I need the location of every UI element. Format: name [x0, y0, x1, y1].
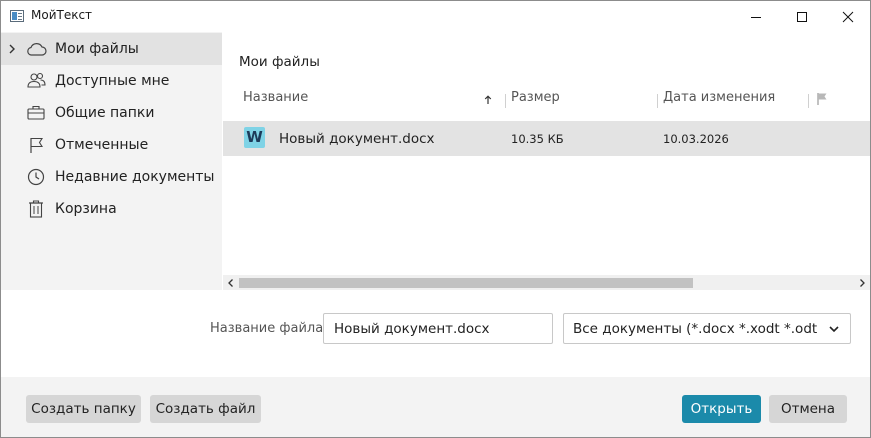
- table-row[interactable]: W Новый документ.docx 10.35 КБ 10.03.202…: [223, 121, 870, 156]
- file-size-cell: 10.35 КБ: [511, 132, 564, 146]
- window-title: МойТекст: [31, 8, 93, 22]
- app-icon: [10, 10, 24, 22]
- scroll-right-arrow-icon[interactable]: [856, 277, 868, 289]
- filetype-select[interactable]: Все документы (*.docx *.xodt *.odt *.t..…: [563, 313, 851, 344]
- horizontal-scrollbar[interactable]: [223, 275, 870, 290]
- flag-column-icon[interactable]: [816, 92, 828, 106]
- trash-icon: [29, 200, 43, 218]
- briefcase-icon: [27, 105, 45, 120]
- column-divider[interactable]: [808, 94, 809, 108]
- filename-area: Название файла Все документы (*.docx *.x…: [1, 290, 870, 377]
- scrollbar-thumb[interactable]: [239, 278, 693, 288]
- file-dialog-window: МойТекст Мои файлы Доступные мне Общие п…: [0, 0, 871, 438]
- page-title: Мои файлы: [239, 54, 320, 70]
- title-bar: МойТекст: [1, 1, 870, 32]
- filename-label: Название файла: [210, 321, 324, 336]
- file-list-pane: Мои файлы Название Размер Дата изменения…: [223, 32, 870, 290]
- column-divider[interactable]: [505, 94, 506, 108]
- sidebar-item-my-files[interactable]: Мои файлы: [1, 33, 222, 65]
- sidebar-item-label: Доступные мне: [55, 73, 170, 89]
- sidebar-item-label: Отмеченные: [55, 137, 149, 153]
- column-divider[interactable]: [657, 94, 658, 108]
- scroll-left-arrow-icon[interactable]: [225, 277, 237, 289]
- column-header-size[interactable]: Размер: [511, 90, 560, 112]
- clock-icon: [27, 168, 45, 186]
- filetype-selected-value: Все документы (*.docx *.xodt *.odt *.t..…: [573, 321, 821, 337]
- flag-icon: [30, 137, 43, 153]
- create-folder-button[interactable]: Создать папку: [26, 395, 141, 423]
- sidebar-item-label: Общие папки: [55, 105, 155, 121]
- sidebar-item-label: Корзина: [55, 201, 117, 217]
- sidebar-item-trash[interactable]: Корзина: [1, 193, 222, 225]
- column-header-name[interactable]: Название: [243, 90, 308, 112]
- cloud-icon: [27, 43, 47, 56]
- sidebar: Мои файлы Доступные мне Общие папки Отме…: [1, 32, 222, 290]
- close-button[interactable]: [825, 1, 870, 32]
- filename-input[interactable]: [323, 313, 553, 344]
- sidebar-item-recent[interactable]: Недавние документы: [1, 161, 222, 193]
- sort-arrow-up-icon[interactable]: [484, 95, 492, 105]
- sidebar-item-flagged[interactable]: Отмеченные: [1, 129, 222, 161]
- sidebar-item-label: Недавние документы: [55, 169, 215, 185]
- create-file-button[interactable]: Создать файл: [150, 395, 261, 423]
- column-header-date[interactable]: Дата изменения: [663, 90, 775, 112]
- minimize-button[interactable]: [733, 1, 779, 32]
- bottom-button-bar: Создать папку Создать файл Открыть Отмен…: [1, 377, 870, 437]
- file-date-cell: 10.03.2026: [663, 132, 729, 146]
- sidebar-item-shared-folders[interactable]: Общие папки: [1, 97, 222, 129]
- chevron-down-icon: [829, 326, 839, 333]
- sidebar-item-shared-with-me[interactable]: Доступные мне: [1, 65, 222, 97]
- maximize-icon: [797, 11, 807, 22]
- maximize-button[interactable]: [779, 1, 825, 32]
- minimize-icon: [751, 16, 761, 18]
- cancel-button[interactable]: Отмена: [769, 395, 847, 423]
- close-icon: [842, 11, 854, 22]
- file-name-cell: Новый документ.docx: [279, 131, 435, 147]
- open-button[interactable]: Открыть: [682, 395, 761, 423]
- users-icon: [27, 72, 46, 88]
- chevron-right-icon[interactable]: [7, 43, 17, 55]
- word-document-icon: W: [244, 127, 265, 148]
- sidebar-item-label: Мои файлы: [55, 41, 139, 57]
